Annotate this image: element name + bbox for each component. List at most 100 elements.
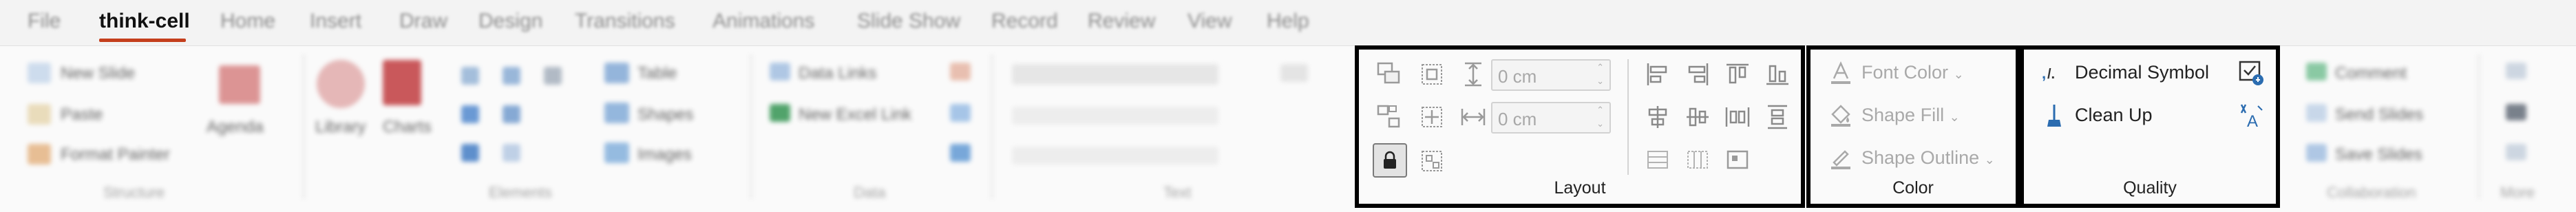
vertical-spacing-value: 0 cm <box>1498 66 1537 87</box>
group-text: Text <box>1163 184 1192 201</box>
tab-transitions[interactable]: Transitions <box>575 10 675 33</box>
group-separator <box>750 54 752 199</box>
data-icon <box>950 104 971 122</box>
spin-up-icon[interactable]: ⌃ <box>1596 62 1604 73</box>
quality-group: ,/. Decimal Symbol Clean Up A Quality <box>2020 45 2280 208</box>
distribute-frame-icon[interactable] <box>1417 146 1447 176</box>
ribbon-blurred-right: Comment Send Slides Save Slides Collabor… <box>2285 46 2576 212</box>
data-icon <box>950 63 971 81</box>
element-icon <box>503 144 520 162</box>
active-tab-indicator <box>99 39 186 42</box>
picture-frame-icon[interactable] <box>1722 145 1753 175</box>
tab-view[interactable]: View <box>1187 10 1232 33</box>
horizontal-spacing-value: 0 cm <box>1498 109 1537 129</box>
tab-think-cell[interactable]: think-cell <box>99 10 190 33</box>
text-font-box <box>1012 64 1218 85</box>
lock-icon <box>1384 151 1396 169</box>
shape-outline-button[interactable]: Shape Outline ⌄ <box>1861 147 1995 169</box>
tab-home[interactable]: Home <box>220 10 275 33</box>
new-slide-button[interactable]: New Slide <box>61 64 135 83</box>
vertical-spacing-input[interactable]: 0 cm ⌃ ⌄ <box>1491 59 1611 91</box>
shapes-button[interactable]: Shapes <box>637 105 693 125</box>
check-slide-icon[interactable] <box>2236 58 2266 88</box>
tab-insert[interactable]: Insert <box>310 10 361 33</box>
horizontal-spacing-input[interactable]: 0 cm ⌃ ⌄ <box>1491 102 1611 134</box>
send-slides-button[interactable]: Send Slides <box>2335 105 2423 125</box>
lock-toggle-button[interactable] <box>1373 143 1407 178</box>
more-icon <box>2506 63 2526 79</box>
layout-group: 0 cm ⌃ ⌄ 0 cm ⌃ ⌄ Layout <box>1355 45 1805 208</box>
tab-record[interactable]: Record <box>991 10 1058 33</box>
horizontal-spacing-icon <box>1458 102 1488 132</box>
agenda-icon <box>219 65 260 104</box>
tab-review[interactable]: Review <box>1088 10 1155 33</box>
library-button[interactable]: Library <box>315 118 366 137</box>
table-icon <box>604 63 629 83</box>
distribute-horizontal-icon[interactable] <box>1722 102 1753 132</box>
shape-outline-label: Shape Outline <box>1861 147 1980 168</box>
color-group: Font Color ⌄ Shape Fill ⌄ Shape Outline … <box>1806 45 2020 208</box>
spin-down-icon[interactable]: ⌄ <box>1596 76 1604 87</box>
text-format-row <box>1012 107 1218 125</box>
agenda-button[interactable]: Agenda <box>207 118 264 137</box>
align-right-icon[interactable] <box>1682 59 1713 89</box>
font-color-button[interactable]: Font Color ⌄ <box>1861 62 1964 83</box>
tab-animations[interactable]: Animations <box>712 10 814 33</box>
ribbon-blurred-left: New Slide Paste Format Painter Agenda St… <box>0 46 1349 212</box>
library-icon <box>317 60 365 108</box>
clean-up-button[interactable]: Clean Up <box>2075 105 2153 126</box>
save-slides-icon <box>2306 144 2327 162</box>
layout-group-label: Layout <box>1554 178 1606 198</box>
paste-button[interactable]: Paste <box>61 105 103 125</box>
group-elements: Elements <box>489 184 552 201</box>
excel-icon <box>770 104 790 122</box>
tab-help[interactable]: Help <box>1267 10 1309 33</box>
chevron-down-icon: ⌄ <box>1984 153 1995 167</box>
tab-draw[interactable]: Draw <box>399 10 447 33</box>
decimal-symbol-button[interactable]: Decimal Symbol <box>2075 62 2209 83</box>
charts-button[interactable]: Charts <box>383 118 432 137</box>
group-structure: Structure <box>103 184 165 201</box>
ribbon-tab-bar: File think-cell Home Insert Draw Design … <box>0 0 2576 45</box>
spin-up-icon[interactable]: ⌃ <box>1596 105 1604 116</box>
format-painter-button[interactable]: Format Painter <box>61 145 170 165</box>
shape-fill-button[interactable]: Shape Fill ⌄ <box>1861 105 1960 126</box>
spin-down-icon[interactable]: ⌄ <box>1596 118 1604 129</box>
table-button[interactable]: Table <box>637 64 677 83</box>
same-size-icon[interactable] <box>1374 59 1404 89</box>
comment-button[interactable]: Comment <box>2335 64 2407 83</box>
same-height-icon[interactable] <box>1643 145 1673 175</box>
align-top-icon[interactable] <box>1722 59 1753 89</box>
svg-text:A: A <box>2247 112 2258 129</box>
group-shapes-icon[interactable] <box>1374 102 1404 132</box>
charts-icon <box>383 60 421 105</box>
align-left-icon[interactable] <box>1643 59 1673 89</box>
element-icon <box>503 67 520 85</box>
data-links-button[interactable]: Data Links <box>799 64 876 83</box>
align-middle-icon[interactable] <box>1682 102 1713 132</box>
shapes-icon <box>604 103 629 123</box>
save-slides-button[interactable]: Save Slides <box>2335 145 2422 165</box>
fit-to-size-icon[interactable] <box>1417 59 1447 89</box>
margin-icon[interactable] <box>1417 102 1447 132</box>
element-icon <box>544 67 562 85</box>
same-width-icon[interactable] <box>1682 145 1713 175</box>
distribute-vertical-icon[interactable] <box>1762 102 1793 132</box>
align-center-icon[interactable] <box>1643 102 1673 132</box>
format-painter-icon <box>28 144 51 165</box>
data-icon <box>950 144 971 162</box>
group-more: More <box>2500 184 2535 201</box>
group-data: Data <box>854 184 886 201</box>
images-button[interactable]: Images <box>637 145 692 165</box>
tab-slide-show[interactable]: Slide Show <box>857 10 960 33</box>
quality-group-label: Quality <box>2123 178 2177 198</box>
tab-file[interactable]: File <box>28 10 61 33</box>
new-excel-link-button[interactable]: New Excel Link <box>799 105 911 125</box>
chevron-down-icon: ⌄ <box>1949 110 1960 124</box>
tab-design[interactable]: Design <box>478 10 542 33</box>
more-icon <box>2506 144 2526 160</box>
element-icon <box>461 67 479 85</box>
spell-check-icon[interactable]: A <box>2236 100 2266 131</box>
align-bottom-icon[interactable] <box>1762 59 1793 89</box>
font-color-icon <box>1826 58 1856 88</box>
